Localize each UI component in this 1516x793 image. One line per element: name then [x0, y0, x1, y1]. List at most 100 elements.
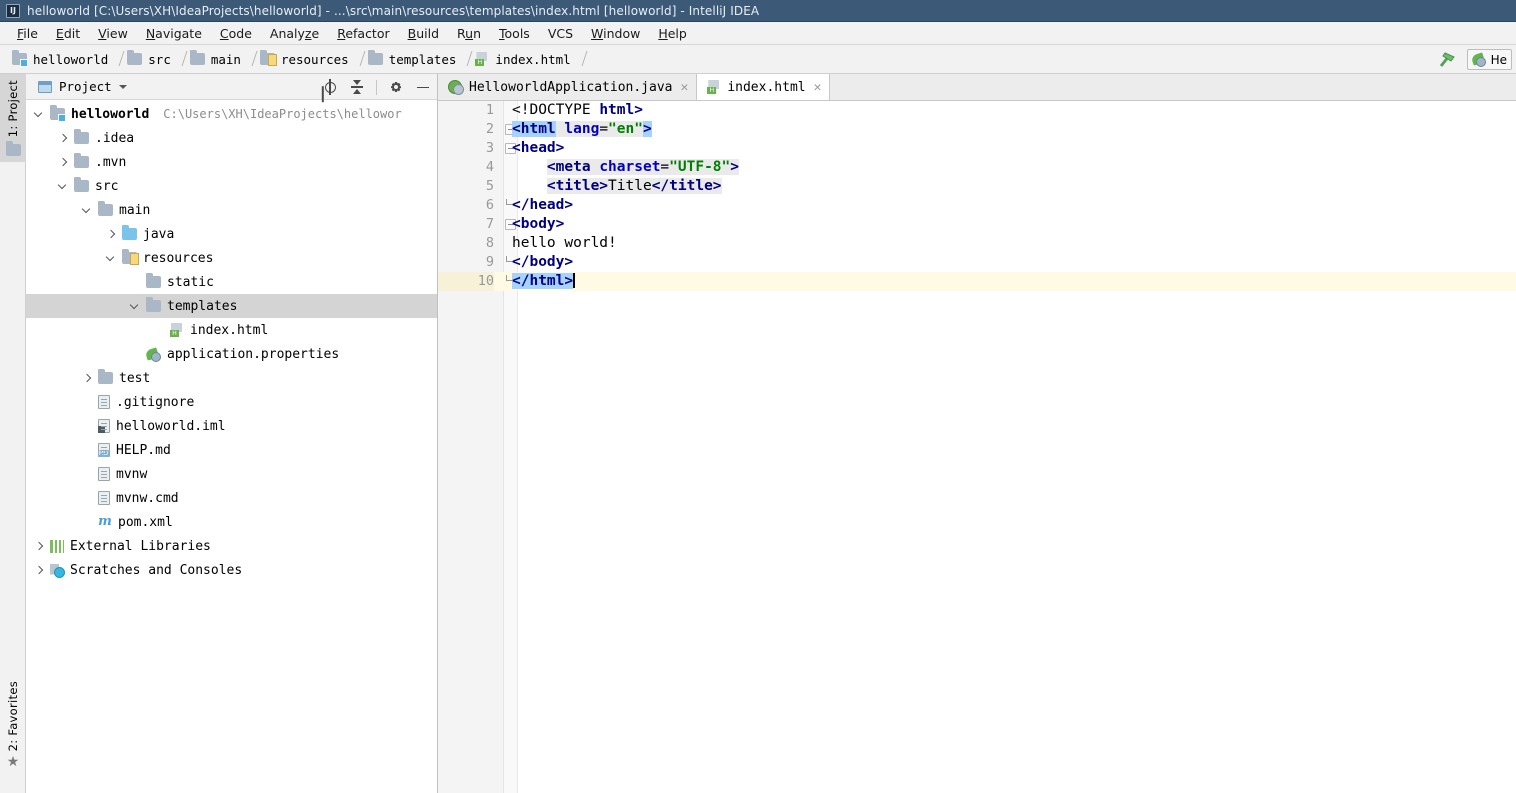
chevron-right-icon[interactable]: [34, 541, 45, 552]
breadcrumb-item-index-html[interactable]: index.html: [471, 50, 574, 69]
tree-node--idea[interactable]: .idea: [26, 126, 437, 150]
tree-node-mvnw[interactable]: mvnw: [26, 462, 437, 486]
chevron-down-icon[interactable]: [58, 181, 69, 192]
line-number: 7: [438, 215, 494, 234]
tree-node-help-md[interactable]: HELP.md: [26, 438, 437, 462]
tree-node-label: templates: [167, 299, 237, 314]
tree-node-application-properties[interactable]: application.properties: [26, 342, 437, 366]
code-token: <html: [512, 121, 556, 137]
text-file-icon: [98, 491, 110, 505]
editor-tab-label: HelloworldApplication.java: [469, 80, 673, 95]
code-line[interactable]: 5 <title>Title</title>: [438, 177, 1516, 196]
code-line[interactable]: 8hello world!: [438, 234, 1516, 253]
chevron-down-icon[interactable]: [130, 301, 141, 312]
chevron-right-icon[interactable]: [34, 565, 45, 576]
close-icon[interactable]: ✕: [814, 81, 822, 94]
code-token: Title: [608, 178, 652, 194]
menu-item-build[interactable]: Build: [399, 24, 448, 43]
text-caret: [573, 273, 575, 288]
locate-icon[interactable]: [322, 79, 338, 95]
menu-item-refactor[interactable]: Refactor: [328, 24, 398, 43]
tree-node-src[interactable]: src: [26, 174, 437, 198]
run-configuration-selector[interactable]: He: [1467, 49, 1512, 70]
breadcrumb-item-helloworld[interactable]: helloworld: [8, 50, 112, 69]
editor-tab-bar-filler: [830, 74, 1516, 100]
tree-node-scratches-and-consoles[interactable]: Scratches and Consoles: [26, 558, 437, 582]
code-line[interactable]: 10</html>: [438, 272, 1516, 291]
chevron-right-icon[interactable]: [58, 133, 69, 144]
tree-node-label: .mvn: [95, 155, 126, 170]
menu-item-vcs[interactable]: VCS: [539, 24, 582, 43]
collapse-all-icon[interactable]: [349, 79, 365, 95]
chevron-right-icon[interactable]: [82, 373, 93, 384]
tree-spacer: [82, 445, 93, 456]
menu-item-view[interactable]: View: [89, 24, 137, 43]
menu-item-edit[interactable]: Edit: [47, 24, 89, 43]
menu-item-code[interactable]: Code: [211, 24, 261, 43]
tree-node-external-libraries[interactable]: External Libraries: [26, 534, 437, 558]
menu-item-run[interactable]: Run: [448, 24, 490, 43]
code-token: <title>: [547, 178, 608, 194]
close-icon[interactable]: ✕: [681, 81, 689, 94]
editor-area: HelloworldApplication.java✕index.html✕ 1…: [438, 74, 1516, 793]
tree-node-test[interactable]: test: [26, 366, 437, 390]
line-number: 5: [438, 177, 494, 196]
breadcrumb-item-resources[interactable]: resources: [256, 50, 353, 69]
tree-node-java[interactable]: java: [26, 222, 437, 246]
breadcrumb-item-templates[interactable]: templates: [364, 50, 461, 69]
menu-item-window[interactable]: Window: [582, 24, 649, 43]
breadcrumb-label: resources: [281, 52, 349, 67]
code-editor[interactable]: 1<!DOCTYPE html>2<html lang="en">3<head>…: [438, 101, 1516, 793]
editor-tab-index-html[interactable]: index.html✕: [697, 74, 830, 100]
code-token: </title>: [652, 178, 722, 194]
minimize-icon[interactable]: [415, 79, 431, 95]
scratches-icon: [50, 564, 64, 577]
tree-node--gitignore[interactable]: .gitignore: [26, 390, 437, 414]
code-line[interactable]: 6</head>: [438, 196, 1516, 215]
navbar-actions: He: [1437, 45, 1516, 74]
editor-tab-helloworldapplication-java[interactable]: HelloworldApplication.java ✕: [438, 74, 697, 100]
code-line[interactable]: 7<body>: [438, 215, 1516, 234]
menu-item-file[interactable]: File: [8, 24, 47, 43]
code-line[interactable]: 3<head>: [438, 139, 1516, 158]
code-token: "UTF-8": [669, 159, 730, 175]
tree-node-helloworld-iml[interactable]: helloworld.iml: [26, 414, 437, 438]
tree-node-main[interactable]: main: [26, 198, 437, 222]
menu-item-analyze[interactable]: Analyze: [261, 24, 328, 43]
menu-item-tools[interactable]: Tools: [490, 24, 539, 43]
code-token: </html>: [512, 273, 573, 289]
tool-window-tab-favorites[interactable]: 2: Favorites ★: [0, 675, 26, 775]
tree-node-label: index.html: [190, 323, 268, 338]
menu-item-help[interactable]: Help: [649, 24, 696, 43]
chevron-down-icon[interactable]: [119, 85, 127, 89]
menu-item-navigate[interactable]: Navigate: [137, 24, 211, 43]
breadcrumb-label: src: [148, 52, 171, 67]
chevron-down-icon[interactable]: [106, 253, 117, 264]
breadcrumb-item-src[interactable]: src: [123, 50, 175, 69]
tree-node-templates[interactable]: templates: [26, 294, 437, 318]
tree-node-pom-xml[interactable]: mpom.xml: [26, 510, 437, 534]
tree-node-resources[interactable]: resources: [26, 246, 437, 270]
tree-node-mvnw-cmd[interactable]: mvnw.cmd: [26, 486, 437, 510]
chevron-right-icon[interactable]: [58, 157, 69, 168]
chevron-right-icon[interactable]: [106, 229, 117, 240]
gear-icon[interactable]: [388, 79, 404, 95]
markdown-file-icon: [98, 443, 110, 457]
window-title: helloworld [C:\Users\XH\IdeaProjects\hel…: [27, 4, 759, 18]
chevron-down-icon[interactable]: [82, 205, 93, 216]
code-line-text: </body>: [512, 253, 573, 272]
hammer-build-icon[interactable]: [1437, 50, 1459, 70]
code-line[interactable]: 2<html lang="en">: [438, 120, 1516, 139]
tree-node-static[interactable]: static: [26, 270, 437, 294]
tree-node-helloworld[interactable]: helloworldC:\Users\XH\IdeaProjects\hello…: [26, 102, 437, 126]
tree-node-index-html[interactable]: index.html: [26, 318, 437, 342]
code-line[interactable]: 4 <meta charset="UTF-8">: [438, 158, 1516, 177]
breadcrumb-item-main[interactable]: main: [186, 50, 245, 69]
chevron-down-icon[interactable]: [34, 109, 45, 120]
code-line[interactable]: 9</body>: [438, 253, 1516, 272]
tree-node-label: src: [95, 179, 118, 194]
tool-window-tab-project[interactable]: 1: Project: [0, 74, 26, 162]
folder-icon: [74, 156, 89, 168]
tree-node--mvn[interactable]: .mvn: [26, 150, 437, 174]
code-line[interactable]: 1<!DOCTYPE html>: [438, 101, 1516, 120]
